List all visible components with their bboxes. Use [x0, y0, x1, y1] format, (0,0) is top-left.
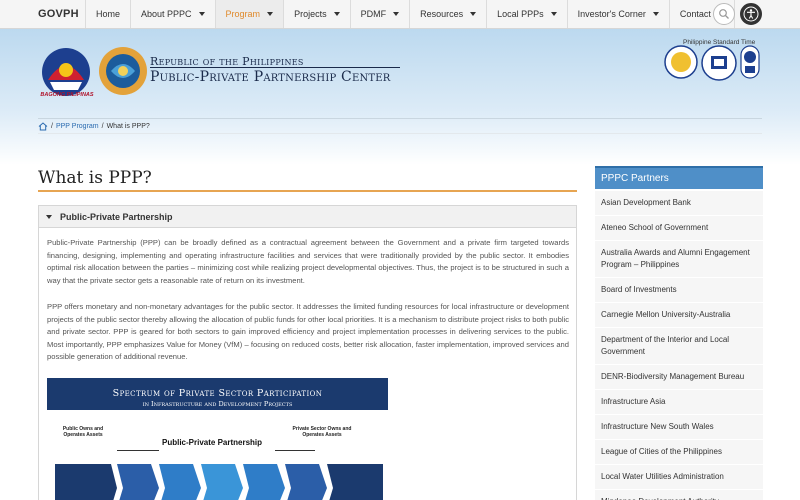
sidebar-title: PPPC Partners [595, 166, 763, 189]
spectrum-subtitle: in Infrastructure and Development Projec… [142, 400, 293, 408]
nav-resources[interactable]: Resources [410, 0, 488, 28]
breadcrumb-ppp-program[interactable]: PPP Program [56, 123, 99, 130]
spectrum-arrow-chevrons [55, 464, 383, 500]
nav-icon-group [713, 3, 762, 25]
accordion-panel: Public-Private Partnership Public-Privat… [38, 205, 577, 500]
partner-link[interactable]: League of Cities of the Philippines [595, 440, 763, 465]
caret-down-icon [652, 12, 659, 16]
top-navigation: GOVPH Home About PPPC Program Projects P… [0, 0, 800, 29]
nav-investors-corner[interactable]: Investor's Corner [568, 0, 670, 28]
government-seal-icon [664, 45, 698, 79]
nav-pdmf[interactable]: PDMF [351, 0, 411, 28]
partner-link[interactable]: DENR-Biodiversity Management Bureau [595, 365, 763, 390]
breadcrumb-divider [38, 133, 762, 134]
spectrum-right-label: Private Sector Owns and Operates Assets [292, 426, 352, 438]
caret-down-icon [470, 12, 477, 16]
caret-down-icon [267, 12, 274, 16]
certification-badge-icon [740, 45, 760, 79]
partners-list: Asian Development Bank Ateneo School of … [595, 191, 763, 500]
search-icon[interactable] [713, 3, 735, 25]
bagong-pilipinas-logo-icon [42, 48, 90, 96]
partner-link[interactable]: Asian Development Bank [595, 191, 763, 216]
triangle-down-icon [46, 214, 52, 219]
ppp-advantages-paragraph: PPP offers monetary and non-monetary adv… [47, 302, 569, 361]
spectrum-title: Spectrum of Private Sector Participation [112, 388, 323, 399]
spectrum-left-label: Public Owns and Operates Assets [62, 426, 104, 438]
nav-home[interactable]: Home [86, 0, 132, 28]
partner-link[interactable]: Infrastructure New South Wales [595, 415, 763, 440]
nav-local-ppps[interactable]: Local PPPs [487, 0, 568, 28]
govph-brand-link[interactable]: GOVPH [0, 0, 86, 28]
bagong-pilipinas-caption: BAGONG PILIPINAS [40, 92, 94, 98]
pppc-title[interactable]: Public-Private Partnership Center [150, 67, 400, 85]
foi-badge-icon[interactable] [701, 45, 737, 81]
partner-link[interactable]: Ateneo School of Government [595, 216, 763, 241]
caret-down-icon [198, 12, 205, 16]
partner-link[interactable]: Australia Awards and Alumni Engagement P… [595, 241, 763, 278]
spectrum-ppp-label: Public-Private Partnership [162, 438, 263, 447]
partner-link[interactable]: Local Water Utilities Administration [595, 465, 763, 490]
partner-link[interactable]: Infrastructure Asia [595, 390, 763, 415]
breadcrumb-divider [38, 118, 762, 119]
caret-down-icon [550, 12, 557, 16]
home-icon[interactable] [38, 122, 48, 131]
accessibility-icon[interactable] [740, 3, 762, 25]
partner-link[interactable]: Mindanao Development Authority [595, 490, 763, 500]
accordion-header-ppp[interactable]: Public-Private Partnership [39, 206, 576, 228]
breadcrumb-current: What is PPP? [106, 123, 150, 130]
partner-link[interactable]: Department of the Interior and Local Gov… [595, 328, 763, 365]
nav-projects[interactable]: Projects [284, 0, 351, 28]
header-badges [664, 45, 760, 81]
caret-down-icon [393, 12, 400, 16]
partner-link[interactable]: Carnegie Mellon University-Australia [595, 303, 763, 328]
spectrum-figure: Spectrum of Private Sector Participation… [47, 378, 388, 500]
caret-down-icon [333, 12, 340, 16]
nav-about-pppc[interactable]: About PPPC [131, 0, 216, 28]
nav-program[interactable]: Program [215, 0, 285, 28]
partner-link[interactable]: Board of Investments [595, 278, 763, 303]
ppp-definition-paragraph: Public-Private Partnership (PPP) can be … [47, 238, 569, 285]
breadcrumb: / PPP Program / What is PPP? [38, 122, 150, 131]
page-title: What is PPP? [38, 168, 152, 188]
title-underline [38, 190, 577, 192]
pppc-seal-icon[interactable] [97, 45, 149, 97]
